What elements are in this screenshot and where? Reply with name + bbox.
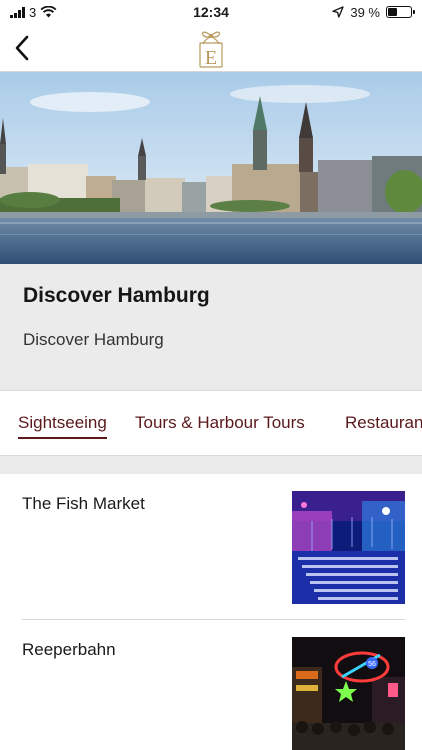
chevron-left-icon xyxy=(15,35,29,61)
page-title: Discover Hamburg xyxy=(23,284,210,307)
category-tabs: Sightseeing Tours & Harbour Tours Restau… xyxy=(0,390,422,456)
back-button[interactable] xyxy=(4,30,40,66)
tab-restaurants[interactable]: Restaurants xyxy=(345,413,422,433)
section-gap xyxy=(0,456,422,474)
list-item-title: The Fish Market xyxy=(22,494,145,513)
list-item[interactable]: Reeperbahn 56 xyxy=(0,620,422,750)
list-item-thumbnail xyxy=(292,491,405,604)
signal-bars-icon xyxy=(10,6,25,18)
attraction-list: The Fish Market Reeperbahn 56 xyxy=(0,474,422,750)
status-right: 39 % xyxy=(332,4,415,20)
navigation-bar: E xyxy=(0,24,422,72)
page-subtitle: Discover Hamburg xyxy=(23,330,164,349)
battery-level xyxy=(388,8,397,16)
logo-letter: E xyxy=(205,47,217,69)
battery-icon xyxy=(386,6,415,18)
list-item[interactable]: The Fish Market xyxy=(0,474,422,620)
carrier-label: 3 xyxy=(29,4,37,20)
brand-logo: E xyxy=(193,26,229,70)
svg-text:56: 56 xyxy=(368,661,376,668)
header-panel: Discover Hamburg Discover Hamburg xyxy=(0,264,422,390)
location-arrow-icon xyxy=(332,6,345,18)
wifi-icon xyxy=(40,6,57,18)
tab-sightseeing[interactable]: Sightseeing xyxy=(18,413,107,439)
tab-tours-harbour-tours[interactable]: Tours & Harbour Tours xyxy=(135,413,305,433)
status-bar: 3 12:34 39 % xyxy=(0,0,422,24)
hero-image xyxy=(0,72,422,264)
list-item-title: Reeperbahn xyxy=(22,640,116,659)
status-left: 3 xyxy=(10,5,57,20)
battery-percent: 39 % xyxy=(350,4,380,20)
list-item-thumbnail: 56 xyxy=(292,637,405,750)
